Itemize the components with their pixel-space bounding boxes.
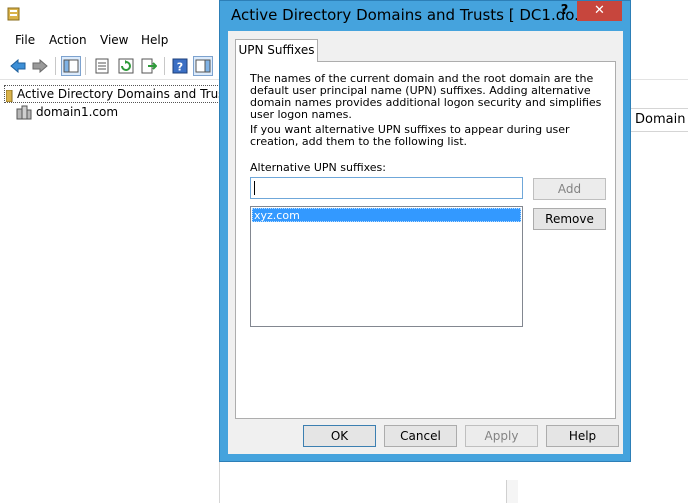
menu-view[interactable]: View bbox=[100, 33, 128, 47]
refresh-icon[interactable] bbox=[116, 56, 136, 76]
tree-root[interactable]: Active Directory Domains and Trusts [ bbox=[4, 85, 220, 103]
toolbar-separator bbox=[85, 57, 86, 75]
toolbar-separator bbox=[55, 57, 56, 75]
properties-icon[interactable] bbox=[92, 56, 112, 76]
scrollbar[interactable] bbox=[506, 480, 518, 503]
app-icon bbox=[7, 7, 20, 21]
domain-icon bbox=[16, 105, 32, 120]
description-text: The names of the current domain and the … bbox=[250, 72, 602, 121]
tab-upn-suffixes[interactable]: UPN Suffixes bbox=[235, 39, 318, 62]
suffix-input[interactable] bbox=[250, 177, 523, 199]
tree-item-label: domain1.com bbox=[36, 105, 119, 119]
show-hide-console-tree-icon[interactable] bbox=[61, 56, 81, 76]
forward-arrow-icon[interactable] bbox=[30, 56, 50, 76]
cancel-button[interactable]: Cancel bbox=[384, 425, 457, 447]
export-list-icon[interactable] bbox=[139, 56, 159, 76]
properties-dialog: Active Directory Domains and Trusts [ DC… bbox=[219, 0, 631, 462]
dialog-help-button[interactable]: ? bbox=[552, 1, 577, 21]
tab-panel: The names of the current domain and the … bbox=[235, 61, 616, 419]
instruction-text: If you want alternative UPN suffixes to … bbox=[250, 123, 570, 148]
ok-button[interactable]: OK bbox=[303, 425, 376, 447]
menu-help[interactable]: Help bbox=[141, 33, 168, 47]
list-item[interactable]: xyz.com bbox=[252, 208, 521, 222]
close-button[interactable]: ✕ bbox=[577, 1, 622, 21]
text-caret bbox=[254, 181, 255, 195]
apply-button[interactable]: Apply bbox=[465, 425, 538, 447]
show-action-pane-icon[interactable] bbox=[193, 56, 213, 76]
help-icon[interactable]: ? bbox=[170, 56, 190, 76]
menu-action[interactable]: Action bbox=[49, 33, 87, 47]
tree-root-label: Active Directory Domains and Trusts [ bbox=[17, 87, 219, 101]
alt-suffixes-label: Alternative UPN suffixes: bbox=[250, 161, 386, 174]
menu-file[interactable]: File bbox=[15, 33, 35, 47]
snapin-root-icon bbox=[6, 90, 13, 102]
dialog-title: Active Directory Domains and Trusts [ DC… bbox=[231, 6, 589, 24]
console-tree: Active Directory Domains and Trusts [ do… bbox=[4, 83, 220, 503]
column-header-domain[interactable]: Domain bbox=[630, 108, 688, 132]
toolbar-separator bbox=[164, 57, 165, 75]
dialog-body: UPN Suffixes The names of the current do… bbox=[228, 31, 623, 454]
suffix-list[interactable]: xyz.com bbox=[250, 206, 523, 327]
svg-text:?: ? bbox=[177, 61, 183, 74]
help-button[interactable]: Help bbox=[546, 425, 619, 447]
remove-button[interactable]: Remove bbox=[533, 208, 606, 230]
back-arrow-icon[interactable] bbox=[8, 56, 28, 76]
add-button[interactable]: Add bbox=[533, 178, 606, 200]
